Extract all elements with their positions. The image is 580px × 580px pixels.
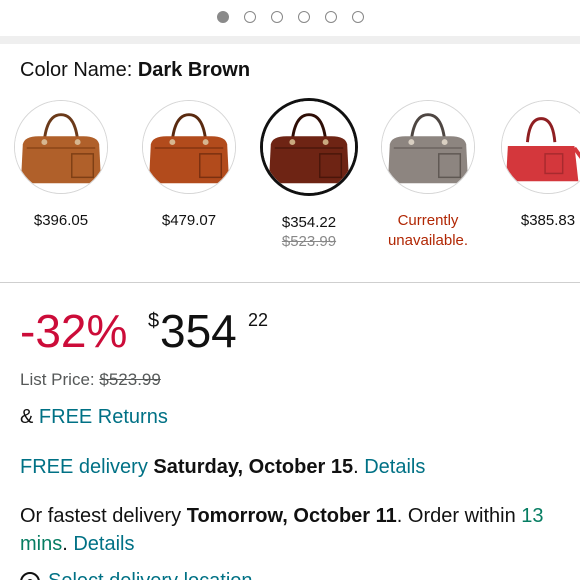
free-returns-link[interactable]: FREE Returns xyxy=(39,406,168,428)
delivery-period: . xyxy=(353,456,359,478)
image-carousel-dots xyxy=(0,11,580,25)
swatch-cognac[interactable]: $479.07 xyxy=(130,98,248,231)
price-currency: $ xyxy=(148,310,160,332)
swatch-red[interactable]: $385.83 xyxy=(489,98,580,231)
fastest-delivery-info: Or fastest delivery Tomorrow, October 11… xyxy=(20,502,570,558)
carousel-dot-3[interactable] xyxy=(270,11,283,23)
fastest-period: . xyxy=(62,533,68,555)
price-whole: 354 xyxy=(160,305,237,357)
carousel-dot-6[interactable] xyxy=(351,11,364,23)
free-returns: & FREE Returns xyxy=(20,406,168,429)
fastest-date: Tomorrow, October 11 xyxy=(186,505,397,527)
location-pin-icon xyxy=(20,571,40,580)
price-fraction: 22 xyxy=(248,310,269,330)
section-divider xyxy=(0,282,580,283)
bag-cognac-image xyxy=(142,100,236,194)
bag-red-image xyxy=(501,100,580,194)
carousel-dot-1[interactable] xyxy=(216,11,229,23)
swatch-price: $354.22 xyxy=(281,214,337,231)
swatch-dark-brown[interactable]: $354.22 $523.99 xyxy=(250,98,368,251)
bag-tan-image xyxy=(14,100,108,194)
swatch-price: $385.83 xyxy=(520,212,576,229)
fastest-details-link[interactable]: Details xyxy=(73,533,134,555)
order-within-text: . Order within xyxy=(396,505,516,527)
delivery-info: FREE delivery Saturday, October 15. Deta… xyxy=(20,456,425,479)
free-delivery-link[interactable]: FREE delivery xyxy=(20,456,148,478)
swatch-price: $479.07 xyxy=(161,212,217,229)
swatch-price: $396.05 xyxy=(33,212,89,229)
delivery-location-link[interactable]: Select delivery location xyxy=(48,570,253,580)
swatch-tan[interactable]: $396.05 xyxy=(2,98,120,231)
list-price-value: $523.99 xyxy=(99,370,161,389)
swatch-unavailable-text: Currently unavailable. xyxy=(387,212,469,249)
list-price: List Price: $523.99 xyxy=(20,370,161,390)
section-band xyxy=(0,36,580,44)
list-price-label: List Price: xyxy=(20,370,95,389)
bag-dark-brown-image xyxy=(260,98,358,196)
color-name-prefix: Color Name: xyxy=(20,59,133,81)
swatch-list-price: $523.99 xyxy=(281,233,337,250)
delivery-date: Saturday, October 15 xyxy=(153,456,354,478)
swatch-grey[interactable]: Currently unavailable. xyxy=(369,98,487,251)
color-swatch-list: $396.05 $479.07 $354.22 $523.99 Currentl… xyxy=(0,98,580,268)
color-name-label: Color Name: Dark Brown xyxy=(20,59,250,82)
bag-grey-image xyxy=(381,100,475,194)
delivery-location[interactable]: Select delivery location xyxy=(20,570,253,580)
color-name-value: Dark Brown xyxy=(137,59,251,81)
discount-percent: -32% xyxy=(20,305,128,357)
carousel-dot-5[interactable] xyxy=(324,11,337,23)
carousel-dot-4[interactable] xyxy=(297,11,310,23)
fastest-prefix: Or fastest delivery xyxy=(20,505,182,527)
carousel-dot-2[interactable] xyxy=(243,11,256,23)
delivery-details-link[interactable]: Details xyxy=(364,456,425,478)
returns-prefix: & xyxy=(20,406,34,428)
